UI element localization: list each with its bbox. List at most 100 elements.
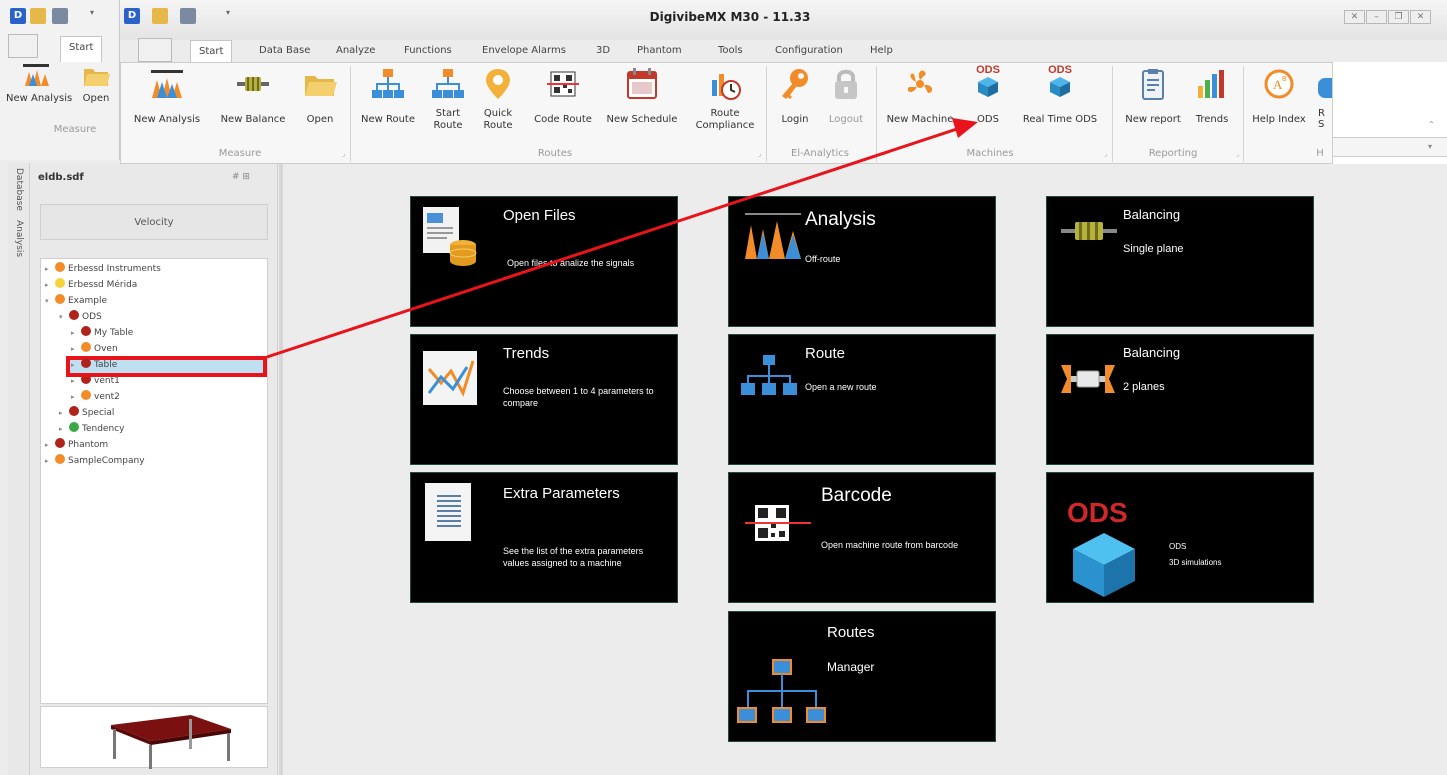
tree-node-tendency[interactable]: ▸ Tendency (59, 421, 124, 437)
back-tab-start[interactable]: Start (60, 36, 103, 62)
tile-routes-manager[interactable]: Routes Manager (728, 611, 996, 742)
tile-analysis[interactable]: Analysis Off-route (728, 196, 996, 327)
tree-node-label: Erbessd Instruments (68, 264, 161, 274)
pin-panel-icon[interactable]: # ⊞ (232, 172, 250, 182)
new-report-button[interactable]: New report (1118, 66, 1188, 126)
tab-envelope-alarms[interactable]: Envelope Alarms (480, 40, 568, 62)
tab-functions[interactable]: Functions (402, 40, 454, 62)
clipped-help-label-1: R (1318, 108, 1325, 119)
tree-node-example[interactable]: ▾ Example (45, 293, 107, 309)
ods-logo-text: ODS (1067, 497, 1128, 528)
group-launcher-icon[interactable]: ⌟ (1236, 150, 1239, 158)
expand-arrow-icon[interactable]: ▸ (71, 389, 81, 405)
route-tree-icon (741, 355, 797, 395)
group-launcher-icon[interactable]: ⌟ (1104, 150, 1107, 158)
expand-arrow-icon[interactable]: ▸ (45, 277, 55, 293)
tab-tools[interactable]: Tools (716, 40, 745, 62)
tile-balancing-two-planes[interactable]: Balancing 2 planes (1046, 334, 1314, 465)
start-route-button[interactable]: Start Route (428, 66, 468, 132)
expand-arrow-icon[interactable]: ▸ (71, 357, 81, 373)
save-icon[interactable] (52, 8, 68, 24)
tree-node-my-table[interactable]: ▸ My Table (71, 325, 133, 341)
qat-dropdown-icon[interactable]: ▾ (90, 8, 94, 17)
tree-node-special[interactable]: ▸ Special (59, 405, 114, 421)
velocity-header[interactable]: Velocity (40, 204, 268, 240)
tab-3d[interactable]: 3D (594, 40, 612, 62)
new-balance-button[interactable]: New Balance (212, 66, 294, 126)
tree-node-samplecompany[interactable]: ▸ SampleCompany (45, 453, 145, 469)
fan-icon (907, 70, 933, 93)
ribbon-options-icon[interactable]: ▾ (1428, 142, 1432, 151)
machine-icon (81, 342, 91, 352)
group-launcher-icon[interactable]: ⌟ (342, 150, 345, 158)
splitter[interactable] (279, 164, 283, 775)
tab-phantom[interactable]: Phantom (635, 40, 684, 62)
qat-dropdown-icon[interactable]: ▾ (226, 8, 230, 17)
tile-ods[interactable]: ODS ODS 3D simulations (1046, 472, 1314, 603)
code-route-button[interactable]: Code Route (528, 66, 598, 126)
tab-start[interactable]: Start (190, 40, 233, 62)
tree-node-phantom[interactable]: ▸ Phantom (45, 437, 108, 453)
group-launcher-icon[interactable]: ⌟ (758, 150, 761, 158)
new-machine-button[interactable]: New Machine (880, 66, 960, 126)
restore-button[interactable]: ❐ (1388, 10, 1409, 24)
expand-arrow-icon[interactable]: ▸ (71, 341, 81, 357)
expand-arrow-icon[interactable]: ▸ (45, 453, 55, 469)
expand-arrow-icon[interactable]: ▸ (71, 325, 81, 341)
tab-analyze[interactable]: Analyze (334, 40, 377, 62)
tree-node-erbessd-instruments[interactable]: ▸ Erbessd Instruments (45, 261, 161, 277)
new-analysis-button[interactable]: New Analysis (126, 66, 208, 126)
back-open-button[interactable]: Open (78, 60, 114, 105)
expand-arrow-icon[interactable]: ▸ (59, 421, 69, 437)
minimize-button[interactable]: – (1366, 10, 1387, 24)
tree-node-vent2[interactable]: ▸ vent2 (71, 389, 120, 405)
collapse-ribbon-icon[interactable]: ⌃ (1428, 120, 1435, 129)
logout-button[interactable]: Logout (822, 66, 870, 126)
tile-barcode[interactable]: Barcode Open machine route from barcode (728, 472, 996, 603)
tab-help[interactable]: Help (868, 40, 895, 62)
expand-arrow-icon[interactable]: ▸ (45, 261, 55, 277)
tree-node-oven[interactable]: ▸ Oven (71, 341, 118, 357)
tree-node-ods[interactable]: ▾ ODS (59, 309, 102, 325)
new-route-button[interactable]: New Route (354, 66, 422, 126)
close-button[interactable]: ✕ (1410, 10, 1431, 24)
save-icon[interactable] (180, 8, 196, 24)
tile-title: Routes (827, 624, 875, 641)
machine-icon (81, 390, 91, 400)
app-logo-icon[interactable]: D (124, 8, 140, 24)
quick-route-button[interactable]: Quick Route (478, 66, 518, 132)
vtab-database[interactable]: Database (14, 168, 24, 211)
tree-node-table[interactable]: ▸ Table (71, 357, 117, 373)
tree-node-erbessd-merida[interactable]: ▸ Erbessd Mérida (45, 277, 137, 293)
tab-data-base[interactable]: Data Base (257, 40, 312, 62)
expand-arrow-icon[interactable]: ▸ (59, 405, 69, 421)
collapse-arrow-icon[interactable]: ▾ (59, 309, 69, 325)
route-compliance-button[interactable]: Route Compliance (690, 66, 760, 132)
help-index-button[interactable]: AB Help Index (1248, 66, 1310, 126)
open-button[interactable]: Open (298, 66, 342, 126)
ods-button[interactable]: ODS ODS (966, 64, 1010, 126)
expand-arrow-icon[interactable]: ▸ (45, 437, 55, 453)
tile-route[interactable]: Route Open a new route (728, 334, 996, 465)
login-button[interactable]: Login (772, 66, 818, 126)
open-folder-icon[interactable] (152, 8, 168, 24)
collapse-arrow-icon[interactable]: ▾ (45, 293, 55, 309)
app-logo-icon[interactable]: D (10, 8, 26, 24)
clipped-help-button[interactable]: R S (1318, 66, 1333, 146)
vtab-analysis[interactable]: Analysis (14, 220, 24, 257)
back-file-menu-button[interactable] (8, 34, 38, 58)
tile-open-files[interactable]: Open Files Open files to analize the sig… (410, 196, 678, 327)
open-folder-icon[interactable] (30, 8, 46, 24)
back-new-analysis-button[interactable]: New Analysis (6, 60, 72, 105)
trends-button[interactable]: Trends (1190, 66, 1234, 126)
file-menu-button[interactable] (138, 38, 172, 62)
tile-extra-parameters[interactable]: Extra Parameters See the list of the ext… (410, 472, 678, 603)
real-time-ods-button[interactable]: ODS Real Time ODS (1016, 64, 1104, 126)
help-window-button[interactable]: ✕ (1344, 10, 1365, 24)
tile-balancing-single-plane[interactable]: Balancing Single plane (1046, 196, 1314, 327)
new-schedule-button[interactable]: New Schedule (602, 66, 682, 126)
clipped-help-icon (1318, 78, 1332, 98)
tile-trends[interactable]: Trends Choose between 1 to 4 parameters … (410, 334, 678, 465)
tab-configuration[interactable]: Configuration (773, 40, 845, 62)
analysis-chart-icon (23, 64, 49, 86)
